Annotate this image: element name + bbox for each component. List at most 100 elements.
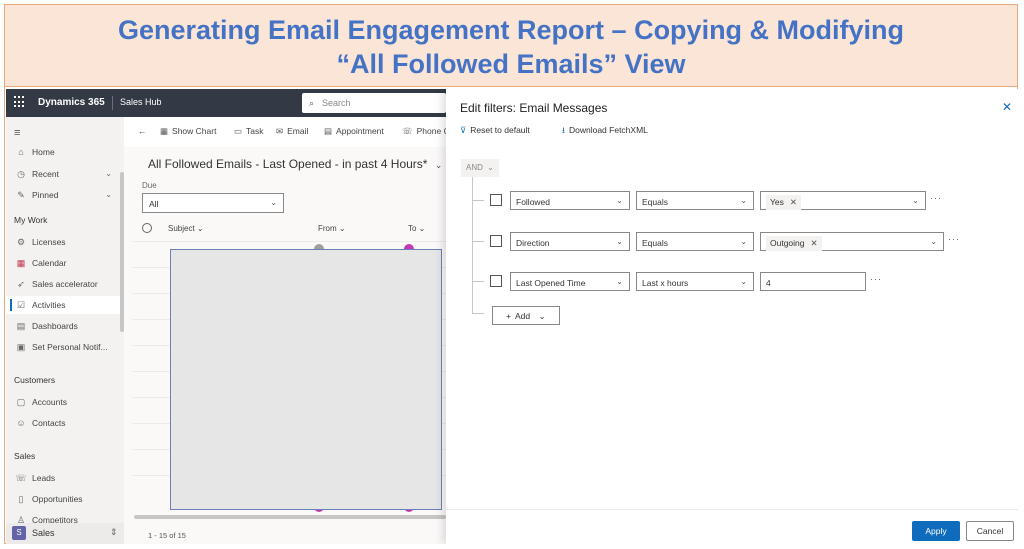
chevron-down-icon: ⌄ xyxy=(740,237,747,246)
button-label: Email xyxy=(287,126,309,136)
sidebar-item-sales-accelerator[interactable]: ➶ Sales accelerator xyxy=(6,275,124,293)
sidebar-item-set-personal-notif[interactable]: ▣ Set Personal Notif... xyxy=(6,338,124,356)
footer-divider xyxy=(446,509,1018,510)
sidebar-item-recent[interactable]: ◷ Recent ⌄ xyxy=(6,165,124,183)
sidebar-item-opportunities[interactable]: ▯ Opportunities xyxy=(6,490,124,508)
filter-row-checkbox[interactable] xyxy=(490,235,502,247)
activities-icon: ☑ xyxy=(16,300,26,310)
filter-operator-select[interactable]: Equals ⌄ xyxy=(636,232,754,251)
select-all-radio[interactable] xyxy=(142,223,152,233)
sidebar-item-calendar[interactable]: ▦ Calendar xyxy=(6,254,124,272)
remove-tag-icon[interactable]: ✕ xyxy=(811,238,818,248)
new-email-button[interactable]: ✉ Email xyxy=(276,126,308,137)
section-title-my-work: My Work xyxy=(14,215,48,225)
download-fetchxml-button[interactable]: ⭳ Download FetchXML xyxy=(562,125,648,139)
banner-line-2: “All Followed Emails” View xyxy=(336,49,686,79)
group-operator-value: AND xyxy=(466,163,483,172)
filter-field-select[interactable]: Followed ⌄ xyxy=(510,191,630,210)
tree-line xyxy=(472,200,484,201)
column-header-to[interactable]: To ⌄ xyxy=(408,224,425,233)
column-header-subject[interactable]: Subject ⌄ xyxy=(168,224,204,233)
area-label: Sales xyxy=(32,528,55,538)
group-operator-select[interactable]: AND ⌄ xyxy=(461,159,499,177)
phone-icon: ☏ xyxy=(402,126,413,136)
sidebar-item-home[interactable]: ⌂ Home xyxy=(6,143,124,161)
new-phone-call-button[interactable]: ☏ Phone C xyxy=(402,126,450,137)
more-options-icon[interactable]: ··· xyxy=(930,193,942,203)
operator-value: Last x hours xyxy=(642,278,689,288)
chevron-down-icon: ⌄ xyxy=(616,196,623,205)
chevron-down-icon[interactable]: ⌄ xyxy=(105,186,112,204)
button-label: Phone C xyxy=(416,126,450,136)
filter-value-select[interactable]: Outgoing ✕ ⌄ xyxy=(760,232,944,251)
column-label: From xyxy=(318,224,337,233)
app-name[interactable]: Dynamics 365 xyxy=(38,97,105,108)
chevron-updown-icon: ⇕ xyxy=(110,527,118,537)
sidebar-item-dashboards[interactable]: ▤ Dashboards xyxy=(6,317,124,335)
title-banner: Generating Email Engagement Report – Cop… xyxy=(5,5,1017,87)
section-title-sales: Sales xyxy=(14,451,36,461)
button-label: Show Chart xyxy=(172,126,217,136)
filter-row-checkbox[interactable] xyxy=(490,194,502,206)
redacted-records-area xyxy=(170,249,442,510)
filter-field-select[interactable]: Last Opened Time ⌄ xyxy=(510,272,630,291)
sidebar-item-accounts[interactable]: ▢ Accounts xyxy=(6,393,124,411)
sidebar-item-licenses[interactable]: ⚙ Licenses xyxy=(6,233,124,251)
add-filter-button[interactable]: + Add ⌄ xyxy=(492,306,560,325)
due-filter-label: Due xyxy=(142,181,157,190)
close-icon[interactable]: ✕ xyxy=(1002,100,1012,114)
horizontal-scrollbar[interactable] xyxy=(134,515,446,519)
leads-icon: ☏ xyxy=(15,473,27,483)
search-box[interactable]: ⌕ Search xyxy=(302,93,446,113)
sidebar-item-label: Calendar xyxy=(32,258,67,268)
hub-name: Sales Hub xyxy=(120,97,162,107)
show-chart-button[interactable]: ▦ Show Chart xyxy=(160,126,216,137)
tree-line xyxy=(472,313,484,314)
filter-reset-icon: ⊽ xyxy=(460,125,467,135)
app-launcher-icon[interactable] xyxy=(14,96,26,108)
more-options-icon[interactable]: ··· xyxy=(870,274,882,284)
sidebar-item-activities[interactable]: ☑ Activities xyxy=(6,296,124,314)
area-switcher[interactable]: S Sales ⇕ xyxy=(6,523,124,544)
view-selector[interactable]: All Followed Emails - Last Opened - in p… xyxy=(148,157,442,171)
pin-icon: ✎ xyxy=(17,190,25,200)
apply-button[interactable]: Apply xyxy=(912,521,960,541)
chevron-down-icon: ⌄ xyxy=(912,196,919,205)
cancel-button[interactable]: Cancel xyxy=(966,521,1014,541)
due-filter-value: All xyxy=(149,199,159,209)
hamburger-icon[interactable]: ≡ xyxy=(14,127,20,139)
accounts-icon: ▢ xyxy=(16,397,26,407)
chevron-down-icon: ⌄ xyxy=(930,237,937,246)
notification-settings-icon: ▣ xyxy=(16,342,26,352)
column-header-from[interactable]: From ⌄ xyxy=(318,224,346,233)
new-task-button[interactable]: ▭ Task xyxy=(234,126,264,137)
edit-filters-panel: Edit filters: Email Messages ✕ ⊽ Reset to… xyxy=(446,89,1018,544)
more-options-icon[interactable]: ··· xyxy=(948,234,960,244)
back-arrow-icon[interactable]: ← xyxy=(138,126,147,136)
filter-value-input[interactable]: 4 xyxy=(760,272,866,291)
column-label: To xyxy=(408,224,417,233)
operator-value: Equals xyxy=(642,197,668,207)
home-icon: ⌂ xyxy=(18,147,24,157)
sidebar-item-leads[interactable]: ☏ Leads xyxy=(6,469,124,487)
chevron-down-icon[interactable]: ⌄ xyxy=(105,165,112,183)
due-filter-select[interactable]: All ⌄ xyxy=(142,193,284,213)
filter-operator-select[interactable]: Equals ⌄ xyxy=(636,191,754,210)
filter-operator-select[interactable]: Last x hours ⌄ xyxy=(636,272,754,291)
reset-to-default-button[interactable]: ⊽ Reset to default xyxy=(460,125,530,136)
sidebar-item-pinned[interactable]: ✎ Pinned ⌄ xyxy=(6,186,124,204)
sidebar-item-contacts[interactable]: ☺ Contacts xyxy=(6,414,124,432)
field-value: Followed xyxy=(516,197,551,207)
screenshot-frame: Generating Email Engagement Report – Cop… xyxy=(4,4,1018,544)
field-value: Last Opened Time xyxy=(516,278,586,288)
filter-value-select[interactable]: Yes ✕ ⌄ xyxy=(760,191,926,210)
sidebar-item-label: Set Personal Notif... xyxy=(32,342,108,352)
field-value: Direction xyxy=(516,238,550,248)
sidebar-item-label: Dashboards xyxy=(32,321,78,331)
remove-tag-icon[interactable]: ✕ xyxy=(790,197,797,207)
value-text: 4 xyxy=(766,278,771,288)
new-appointment-button[interactable]: ▤ Appointment xyxy=(324,126,384,137)
filter-field-select[interactable]: Direction ⌄ xyxy=(510,232,630,251)
filter-row-checkbox[interactable] xyxy=(490,275,502,287)
sidebar-item-label: Contacts xyxy=(32,418,66,428)
